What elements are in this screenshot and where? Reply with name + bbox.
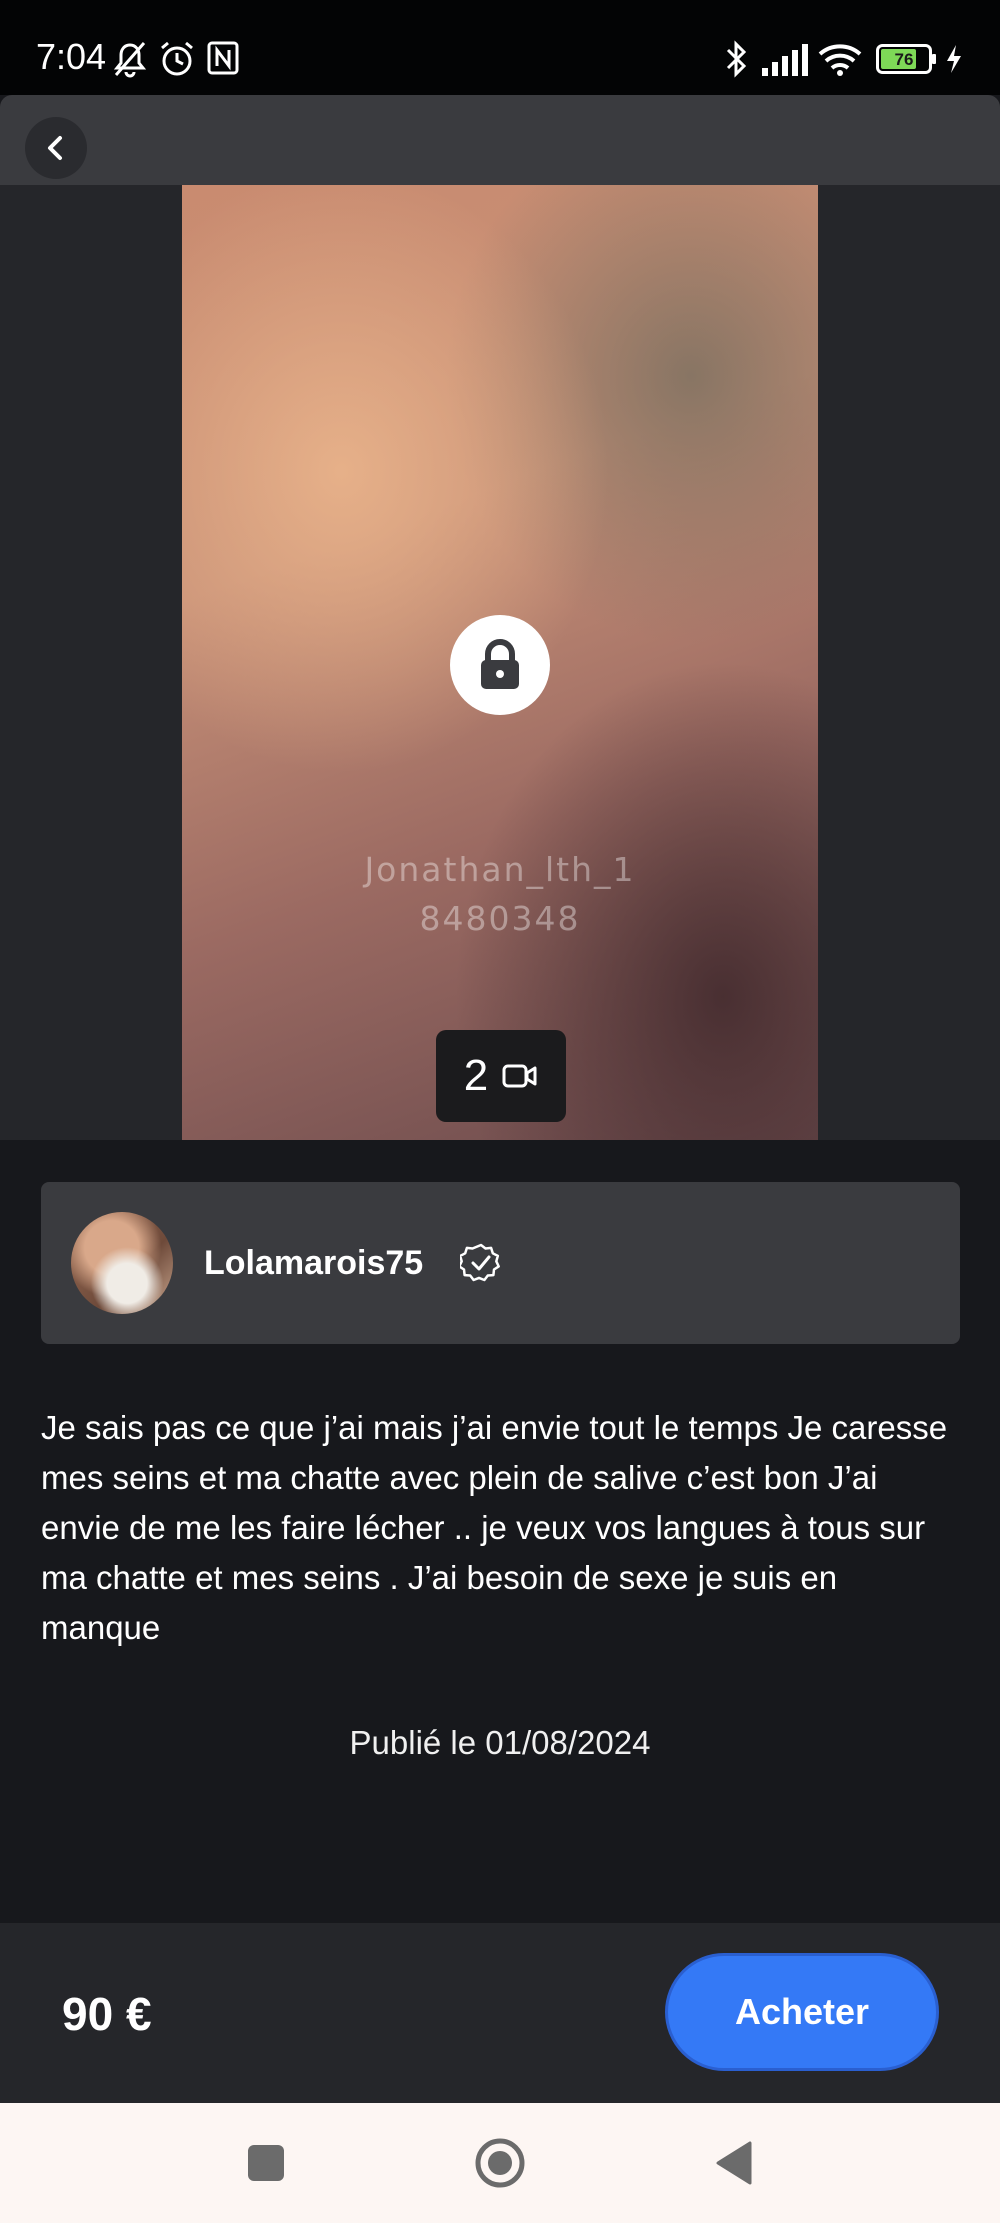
post-description: Je sais pas ce que j’ai mais j’ai envie … — [41, 1409, 948, 1646]
watermark-line2: 8480348 — [419, 899, 581, 938]
nfc-icon — [206, 40, 240, 81]
lock-button[interactable] — [450, 615, 550, 715]
back-triangle-icon — [716, 2141, 752, 2185]
top-bar — [0, 95, 1000, 185]
price: 90 € — [62, 1988, 152, 2040]
chevron-left-icon — [48, 136, 62, 160]
creator-name[interactable]: Lolamarois75 — [204, 1244, 423, 1283]
published-date: Publié le 01/08/2024 — [349, 1724, 651, 1761]
wifi-icon — [818, 42, 862, 81]
back-button[interactable] — [25, 117, 87, 179]
buy-button[interactable]: Acheter — [665, 1953, 939, 2071]
media-count-badge: 2 — [436, 1030, 566, 1122]
alarm-icon — [158, 40, 196, 83]
watermark-line1: Jonathan_lth_1 — [364, 850, 636, 889]
recents-square-icon — [248, 2145, 284, 2181]
svg-text:76: 76 — [895, 50, 914, 69]
status-bar: 7:04 76 — [0, 0, 1000, 95]
video-icon — [502, 1064, 537, 1088]
home-button[interactable] — [470, 2103, 530, 2223]
bell-off-icon — [112, 40, 148, 83]
lock-icon — [481, 639, 519, 689]
avatar[interactable] — [71, 1212, 173, 1314]
system-nav-bar — [0, 2103, 1000, 2223]
media-count: 2 — [463, 1051, 489, 1100]
locked-media-preview[interactable]: Jonathan_lth_1 8480348 2 — [182, 185, 818, 1140]
status-time: 7:04 — [36, 36, 107, 77]
system-back-button[interactable] — [704, 2103, 764, 2223]
signal-icon — [762, 44, 810, 81]
charging-icon — [944, 44, 964, 79]
verified-badge-icon — [458, 1242, 502, 1289]
recents-button[interactable] — [236, 2103, 296, 2223]
purchase-bar: 90 € Acheter — [0, 1923, 1000, 2103]
bluetooth-icon — [724, 40, 750, 83]
battery-icon: 76 — [876, 44, 938, 79]
creator-card[interactable]: Lolamarois75 — [41, 1182, 960, 1344]
home-circle-icon — [475, 2138, 525, 2188]
media-area: Jonathan_lth_1 8480348 2 — [0, 185, 1000, 1140]
